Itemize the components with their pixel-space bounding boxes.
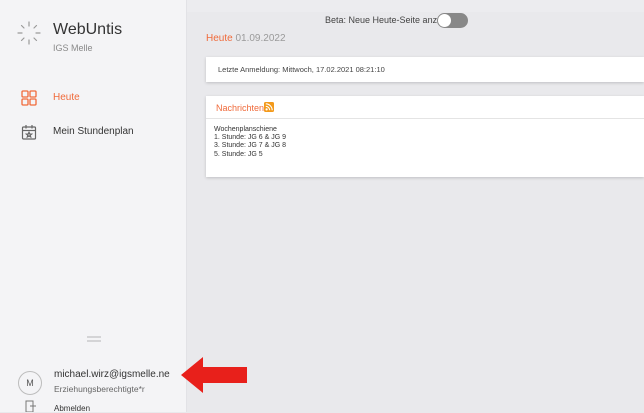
news-header: Nachrichten [206, 96, 644, 119]
red-arrow-annotation-icon [181, 357, 247, 393]
calendar-icon [21, 125, 37, 140]
news-title: Nachrichten [216, 103, 265, 113]
toggle-knob [438, 14, 451, 27]
sidebar-item-label: Mein Stundenplan [53, 126, 134, 137]
user-email: michael.wirz@igsmelle.ne [54, 369, 170, 380]
news-line: Wochenplanschiene [214, 126, 277, 133]
news-card: Nachrichten Wochenplanschiene 1. Stunde:… [206, 96, 644, 177]
news-line: 1. Stunde: JG 6 & JG 9 [214, 134, 286, 142]
news-line: 3. Stunde: JG 7 & JG 8 [214, 142, 286, 150]
sidebar-item-heute[interactable]: Heute [0, 87, 186, 109]
user-role: Erziehungsberechtigte*r [54, 384, 145, 394]
sidebar: WebUntis IGS Melle Heute Mein Stundenpla… [0, 0, 187, 413]
page-date: 01.09.2022 [235, 33, 286, 44]
top-bar [187, 0, 644, 12]
school-name: IGS Melle [53, 43, 93, 53]
page-title: Heute 01.09.2022 [206, 33, 286, 44]
webuntis-logo-icon [17, 21, 41, 45]
logout-icon[interactable] [25, 400, 37, 412]
page-title-text: Heute [206, 33, 233, 44]
news-line: 5. Stunde: JG 5 [214, 150, 263, 158]
news-body: Wochenplanschiene 1. Stunde: JG 6 & JG 9… [214, 126, 286, 159]
user-avatar[interactable]: M [18, 371, 42, 395]
sidebar-item-mein-stundenplan[interactable]: Mein Stundenplan [0, 121, 186, 143]
sidebar-item-label: Heute [53, 92, 80, 103]
app-name: WebUntis [53, 21, 123, 38]
last-login-card: Letzte Anmeldung: Mittwoch, 17.02.2021 0… [206, 57, 644, 82]
resize-handle-icon[interactable] [87, 336, 101, 342]
rss-icon[interactable] [264, 102, 274, 112]
beta-toggle[interactable] [437, 13, 468, 28]
dashboard-icon [21, 90, 37, 106]
last-login-text: Letzte Anmeldung: Mittwoch, 17.02.2021 0… [218, 65, 385, 74]
